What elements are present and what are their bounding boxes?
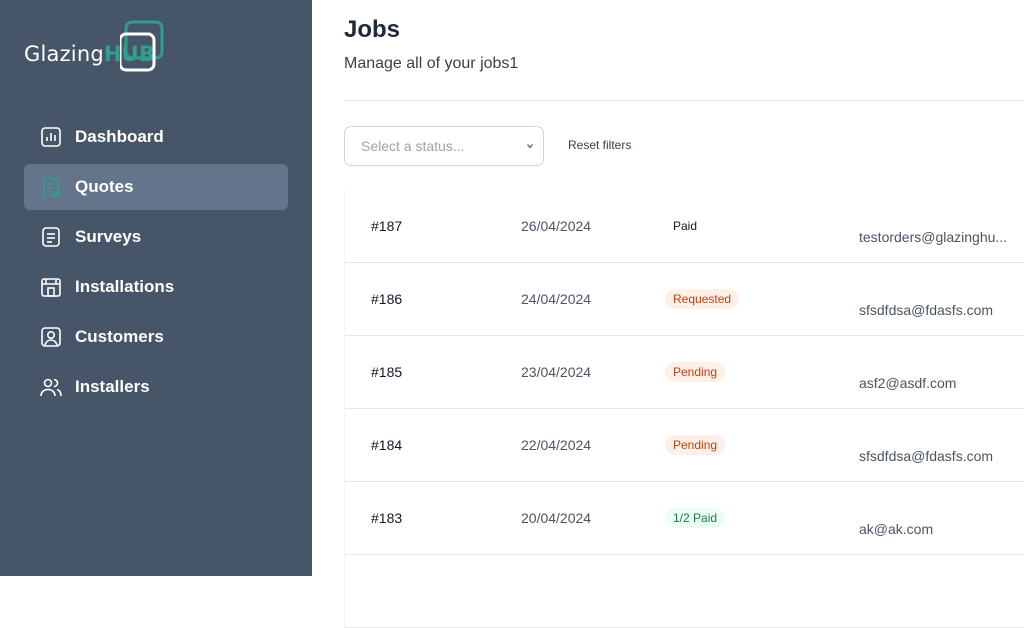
logo-mark-icon — [120, 20, 164, 72]
job-date: 20/04/2024 — [521, 510, 592, 526]
status-badge: 1/2 Paid — [665, 508, 726, 528]
job-email: ak@ak.com — [859, 521, 934, 537]
status-badge: Pending — [665, 362, 726, 382]
table-row[interactable]: #186 24/04/2024 Requested sfsdfdsa@fdasf… — [345, 263, 1024, 336]
job-email: testorders@glazinghu... — [859, 229, 1008, 245]
dashboard-chart-icon — [40, 126, 62, 148]
table-row[interactable]: #184 22/04/2024 Pending sfsdfdsa@fdasfs.… — [345, 409, 1024, 482]
jobs-table: #187 26/04/2024 Paid testorders@glazingh… — [344, 190, 1024, 628]
sidebar-item-quotes[interactable]: Quotes — [24, 164, 288, 210]
installation-building-icon — [40, 276, 62, 298]
main-content: Jobs Manage all of your jobs1 Select a s… — [312, 0, 1024, 628]
status-badge: Paid — [665, 216, 706, 236]
status-badge: Pending — [665, 435, 726, 455]
sidebar-item-installers[interactable]: Installers — [24, 364, 288, 410]
sidebar-item-label: Installers — [75, 377, 150, 396]
sidebar-item-label: Dashboard — [75, 127, 164, 146]
reset-filters-button[interactable]: Reset filters — [568, 138, 631, 152]
sidebar-item-label: Customers — [75, 327, 164, 346]
job-date: 26/04/2024 — [521, 218, 592, 234]
job-id: #185 — [371, 364, 403, 380]
chevron-down-icon — [526, 144, 534, 149]
sidebar-nav: Dashboard Quotes Surveys Installations C… — [24, 114, 288, 414]
sidebar-item-label: Surveys — [75, 227, 142, 246]
job-date: 22/04/2024 — [521, 437, 592, 453]
status-filter-placeholder: Select a status... — [361, 138, 465, 154]
survey-document-icon — [40, 226, 62, 248]
job-id: #184 — [371, 437, 403, 453]
sidebar-item-installations[interactable]: Installations — [24, 264, 288, 310]
table-row[interactable]: #183 20/04/2024 1/2 Paid ak@ak.com — [345, 482, 1024, 555]
header-divider — [344, 100, 1024, 101]
job-email: sfsdfdsa@fdasfs.com — [859, 302, 994, 318]
job-id: #187 — [371, 218, 403, 234]
status-badge: Requested — [665, 289, 740, 309]
job-id: #186 — [371, 291, 403, 307]
installers-users-icon — [40, 376, 62, 398]
job-date: 23/04/2024 — [521, 364, 592, 380]
job-email: sfsdfdsa@fdasfs.com — [859, 448, 994, 464]
status-filter-select[interactable]: Select a status... — [344, 126, 544, 166]
page-subtitle: Manage all of your jobs1 — [344, 55, 519, 72]
sidebar: GlazingHUB Dashboard Quotes Surveys Inst… — [0, 0, 312, 576]
table-row[interactable] — [345, 555, 1024, 628]
quote-document-icon — [40, 176, 62, 198]
sidebar-item-label: Installations — [75, 277, 175, 296]
sidebar-item-label: Quotes — [75, 177, 134, 196]
job-date: 24/04/2024 — [521, 291, 592, 307]
table-row[interactable]: #185 23/04/2024 Pending asf2@asdf.com — [345, 336, 1024, 409]
customer-user-icon — [40, 326, 62, 348]
job-email: asf2@asdf.com — [859, 375, 957, 391]
page-title: Jobs — [344, 16, 401, 43]
sidebar-item-dashboard[interactable]: Dashboard — [24, 114, 288, 160]
brand-logo[interactable]: GlazingHUB — [24, 20, 174, 76]
sidebar-item-surveys[interactable]: Surveys — [24, 214, 288, 260]
table-row[interactable]: #187 26/04/2024 Paid testorders@glazingh… — [345, 190, 1024, 263]
job-id: #183 — [371, 510, 403, 526]
sidebar-item-customers[interactable]: Customers — [24, 314, 288, 360]
